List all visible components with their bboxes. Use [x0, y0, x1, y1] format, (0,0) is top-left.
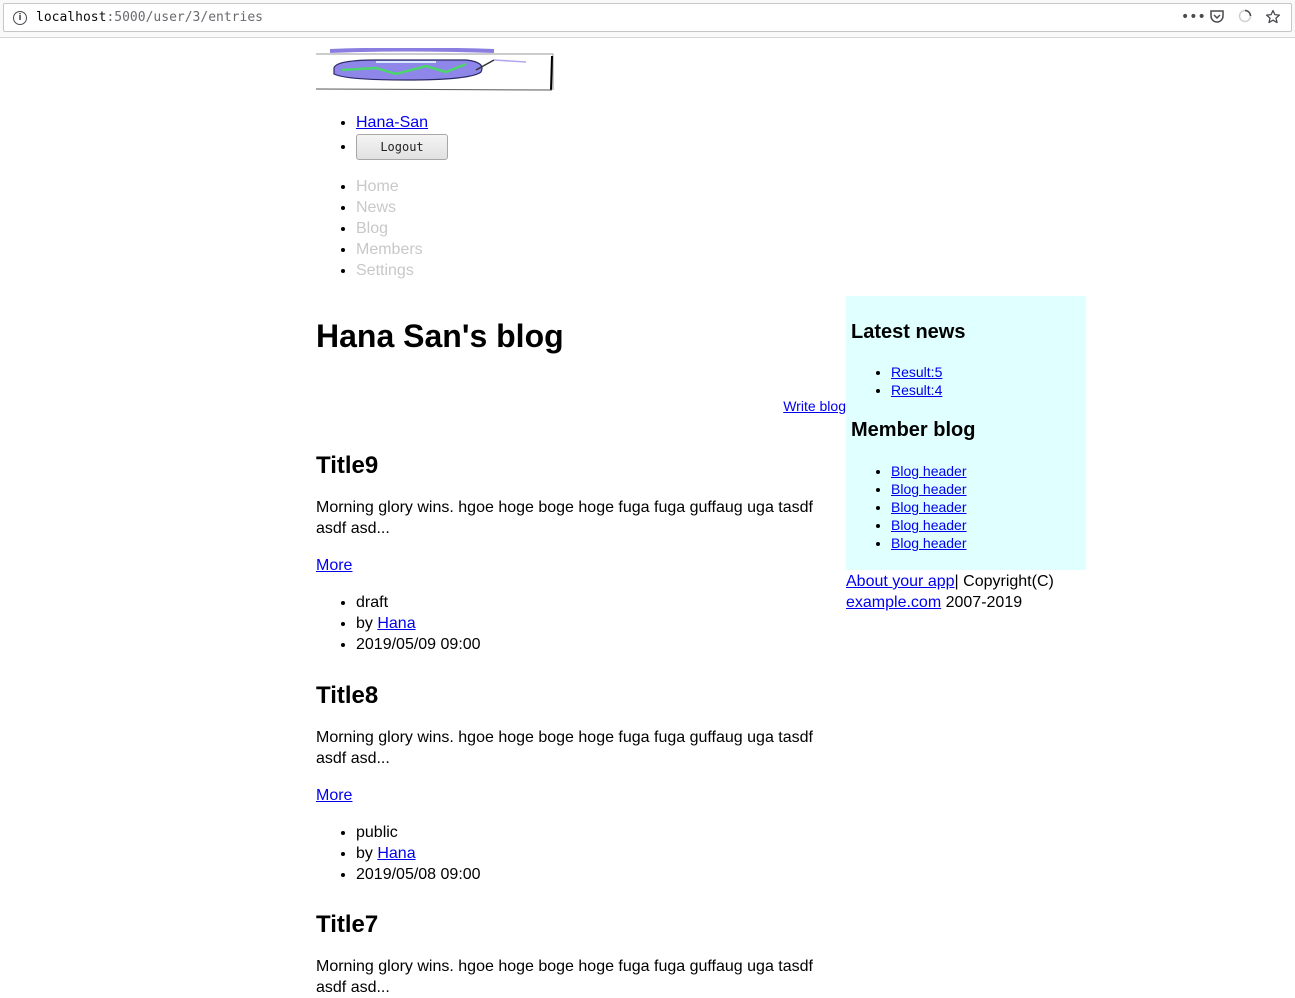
entry-status: draft [356, 592, 846, 613]
news-link[interactable]: Result:4 [891, 382, 942, 398]
list-item: Blog header [891, 480, 967, 498]
more-actions-icon[interactable]: ••• [1181, 8, 1206, 26]
footer: About your app| Copyright(C) example.com… [846, 571, 1086, 613]
bookmark-star-icon[interactable] [1265, 8, 1281, 26]
address-bar[interactable]: i localhost:5000/user/3/entries ••• [3, 3, 1292, 32]
entry-title: Title8 [316, 682, 379, 709]
news-link[interactable]: Result:5 [891, 364, 942, 380]
copyright-years: 2007-2019 [941, 594, 1023, 611]
entry-status: public [356, 822, 846, 843]
browser-toolbar: i localhost:5000/user/3/entries ••• [0, 0, 1295, 38]
entry-date: 2019/05/09 09:00 [356, 634, 846, 655]
entry-author: by Hana [356, 613, 846, 634]
entry-date: 2019/05/08 09:00 [356, 864, 846, 885]
loading-icon [1237, 8, 1253, 26]
nav-item-members[interactable]: Members [356, 239, 423, 260]
entry-meta: public by Hana 2019/05/08 09:00 [316, 822, 846, 885]
entry-summary: Morning glory wins. hgoe hoge boge hoge … [316, 729, 813, 767]
entry-title: Title7 [316, 911, 379, 938]
write-blog-link[interactable]: Write blog [783, 398, 846, 414]
user-menu-item: Logout [356, 133, 448, 160]
latest-news-heading: Latest news [851, 321, 966, 343]
more-link[interactable]: More [316, 785, 846, 806]
blog-entry: Title7 Morning glory wins. hgoe hoge bog… [316, 911, 846, 998]
main-nav: Home News Blog Members Settings [316, 176, 423, 281]
news-list: Result:5 Result:4 [851, 363, 942, 399]
nav-item-settings[interactable]: Settings [356, 260, 423, 281]
nav-item-blog[interactable]: Blog [356, 218, 423, 239]
member-blog-list: Blog header Blog header Blog header Blog… [851, 462, 967, 552]
member-blog-link[interactable]: Blog header [891, 463, 967, 479]
user-menu: Hana-San Logout [316, 112, 448, 160]
member-blog-link[interactable]: Blog header [891, 535, 967, 551]
author-link[interactable]: Hana [377, 845, 415, 862]
blog-entry: Title8 Morning glory wins. hgoe hoge bog… [316, 682, 846, 885]
info-icon[interactable]: i [13, 11, 27, 25]
entry-title: Title9 [316, 452, 379, 479]
entry-author: by Hana [356, 843, 846, 864]
sidebar: Latest news Result:5 Result:4 Member blo… [846, 296, 1086, 570]
list-item: Result:5 [891, 363, 942, 381]
list-item: Result:4 [891, 381, 942, 399]
blog-entry: Title9 Morning glory wins. hgoe hoge bog… [316, 452, 846, 655]
username-link[interactable]: Hana-San [356, 114, 428, 131]
nav-item-home[interactable]: Home [356, 176, 423, 197]
url-text[interactable]: localhost:5000/user/3/entries [36, 10, 263, 25]
pocket-icon[interactable] [1209, 8, 1225, 26]
entry-summary: Morning glory wins. hgoe hoge boge hoge … [316, 958, 813, 996]
entry-summary: Morning glory wins. hgoe hoge boge hoge … [316, 499, 813, 537]
list-item: Blog header [891, 534, 967, 552]
member-blog-link[interactable]: Blog header [891, 499, 967, 515]
nav-item-news[interactable]: News [356, 197, 423, 218]
list-item: Blog header [891, 498, 967, 516]
copyright-text: | Copyright(C) [954, 573, 1054, 590]
author-link[interactable]: Hana [377, 615, 415, 632]
member-blog-heading: Member blog [851, 419, 976, 441]
member-blog-link[interactable]: Blog header [891, 481, 967, 497]
entry-meta: draft by Hana 2019/05/09 09:00 [316, 592, 846, 655]
user-menu-item: Hana-San [356, 112, 448, 133]
list-item: Blog header [891, 516, 967, 534]
site-link[interactable]: example.com [846, 594, 941, 611]
logout-button[interactable]: Logout [356, 134, 448, 160]
list-item: Blog header [891, 462, 967, 480]
more-link[interactable]: More [316, 555, 846, 576]
page-title: Hana San's blog [316, 318, 564, 354]
site-logo [316, 48, 554, 91]
member-blog-link[interactable]: Blog header [891, 517, 967, 533]
about-link[interactable]: About your app [846, 573, 955, 590]
